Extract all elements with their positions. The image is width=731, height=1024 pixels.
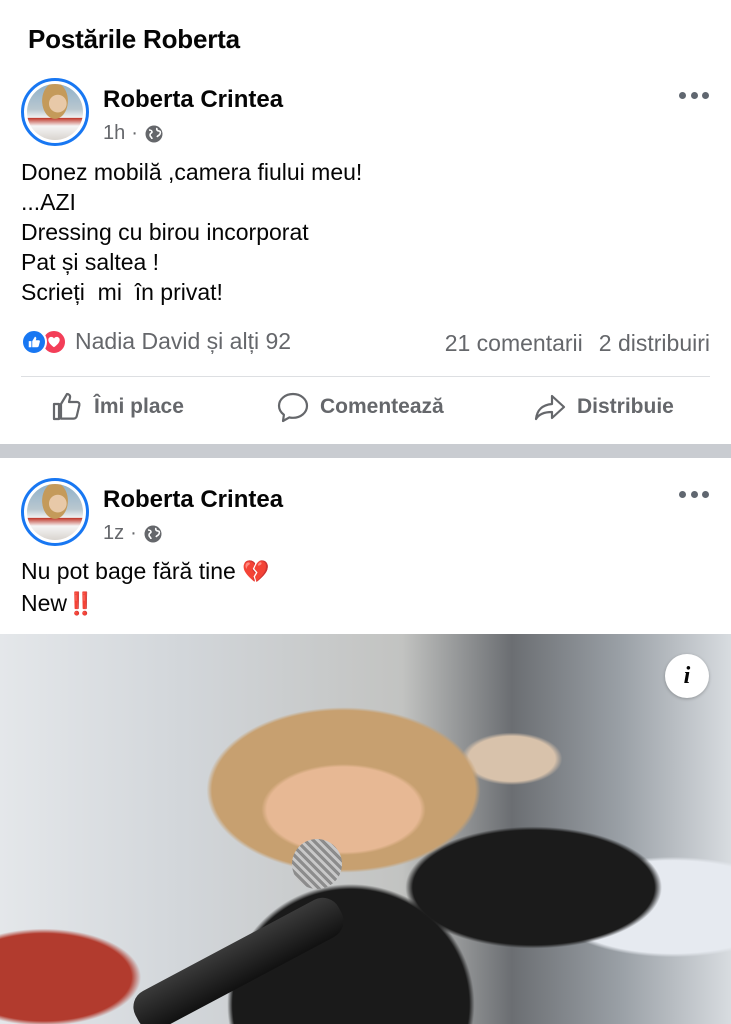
post-actions: Îmi place Comentează Distribuie bbox=[0, 390, 731, 434]
like-button[interactable]: Îmi place bbox=[50, 390, 184, 424]
engagement-counts: 21 comentarii 2 distribuiri bbox=[445, 330, 710, 357]
post-time[interactable]: 1h bbox=[103, 122, 125, 145]
reactions-text: Nadia David și alți 92 bbox=[75, 328, 292, 354]
shares-count[interactable]: 2 distribuiri bbox=[599, 330, 710, 357]
post-line: Pat și saltea ! bbox=[21, 249, 160, 275]
speech-bubble-icon bbox=[277, 392, 309, 423]
microphone-image bbox=[127, 891, 350, 1024]
broken-heart-emoji: 💔 bbox=[242, 560, 270, 585]
globe-icon bbox=[144, 124, 164, 144]
meta-separator: · bbox=[130, 522, 137, 544]
author-name[interactable]: Roberta Crintea bbox=[103, 86, 283, 114]
globe-icon bbox=[143, 524, 163, 544]
microphone-head-image bbox=[292, 839, 342, 889]
post-text: Nu pot bage fără tine 💔 New‼️ bbox=[21, 556, 270, 620]
share-label: Distribuie bbox=[577, 395, 674, 418]
avatar[interactable] bbox=[21, 78, 89, 146]
post-line: ...AZI bbox=[21, 189, 76, 215]
comment-label: Comentează bbox=[320, 395, 444, 418]
share-button[interactable]: Distribuie bbox=[533, 390, 674, 424]
info-icon[interactable]: i bbox=[665, 654, 709, 698]
more-options-icon[interactable] bbox=[679, 491, 709, 499]
double-exclamation-emoji: ‼️ bbox=[67, 592, 95, 617]
reactions-summary[interactable]: Nadia David și alți 92 bbox=[21, 328, 291, 355]
post-video[interactable]: i bbox=[0, 634, 731, 1024]
page-title: Postările Roberta bbox=[28, 24, 240, 54]
post-line: Donez mobilă ,camera fiului meu! bbox=[21, 159, 363, 185]
more-options-icon[interactable] bbox=[679, 92, 709, 100]
comments-count[interactable]: 21 comentarii bbox=[445, 330, 583, 357]
post-line: New‼️ bbox=[21, 588, 270, 620]
avatar[interactable] bbox=[21, 478, 89, 546]
author-name[interactable]: Roberta Crintea bbox=[103, 486, 283, 514]
avatar-image bbox=[27, 484, 83, 540]
post-line-text: Nu pot bage fără tine bbox=[21, 558, 236, 584]
post-text: Donez mobilă ,camera fiului meu! ...AZI … bbox=[21, 157, 362, 307]
comment-button[interactable]: Comentează bbox=[276, 390, 444, 424]
post-time[interactable]: 1z bbox=[103, 522, 124, 545]
post-card: Roberta Crintea 1h · Donez mobilă ,camer… bbox=[0, 64, 731, 444]
meta-separator: · bbox=[131, 122, 138, 144]
share-arrow-icon bbox=[534, 394, 566, 421]
post-card: Roberta Crintea 1z · Nu pot bage fără ti… bbox=[0, 458, 731, 1024]
thumbs-up-icon bbox=[52, 392, 81, 421]
like-label: Îmi place bbox=[94, 395, 184, 418]
post-separator bbox=[0, 444, 731, 458]
post-line: Nu pot bage fără tine 💔 bbox=[21, 556, 270, 588]
divider bbox=[21, 376, 710, 377]
post-line-text: New bbox=[21, 590, 68, 616]
post-line: Scrieți mi în privat! bbox=[21, 279, 223, 305]
post-meta: 1h · bbox=[103, 122, 164, 145]
post-meta: 1z · bbox=[103, 522, 163, 545]
post-line: Dressing cu birou incorporat bbox=[21, 219, 309, 245]
avatar-image bbox=[27, 84, 83, 140]
like-reaction-icon bbox=[21, 328, 47, 355]
